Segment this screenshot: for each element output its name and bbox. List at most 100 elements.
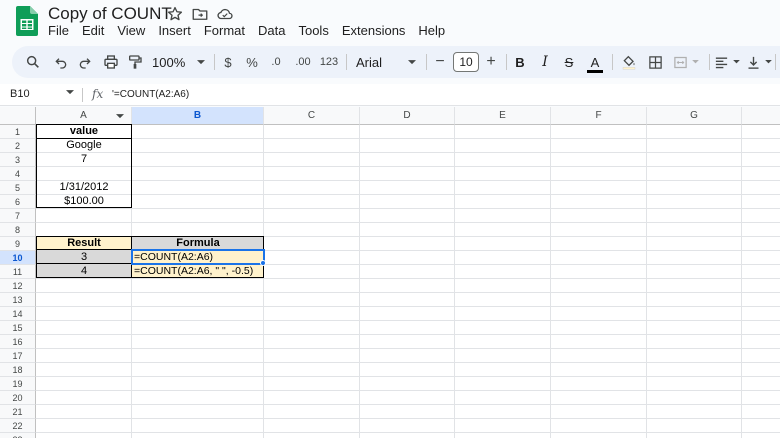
increase-decimal-button[interactable]: .00 — [291, 46, 315, 78]
formula-input[interactable]: '=COUNT(A2:A6) — [112, 89, 189, 100]
cell-a5[interactable]: 1/31/2012 — [36, 181, 132, 194]
row-header[interactable]: 13 — [0, 293, 36, 307]
vertical-align-button[interactable] — [744, 46, 774, 78]
row-header[interactable]: 1 — [0, 125, 36, 139]
cell-a2[interactable]: Google — [36, 139, 132, 152]
cell-b11[interactable]: =COUNT(A2:A6, " ", -0.5) — [134, 265, 262, 278]
horizontal-align-button[interactable] — [712, 46, 742, 78]
menu-format[interactable]: Format — [204, 23, 245, 38]
chevron-down-icon — [692, 60, 699, 64]
row-header[interactable]: 7 — [0, 209, 36, 223]
print-button[interactable] — [100, 46, 122, 78]
font-select-caret[interactable] — [406, 46, 418, 78]
paint-format-icon — [129, 55, 142, 69]
cell-b10[interactable]: =COUNT(A2:A6) — [134, 251, 262, 264]
column-header-c[interactable]: C — [264, 107, 360, 125]
row-header[interactable]: 14 — [0, 307, 36, 321]
row-header[interactable]: 16 — [0, 335, 36, 349]
name-box[interactable]: B10 — [10, 88, 30, 100]
cell-b9[interactable]: Formula — [132, 237, 264, 250]
more-formats-button[interactable]: 123 — [317, 46, 341, 78]
row-header[interactable]: 17 — [0, 349, 36, 363]
decrease-font-size-button[interactable]: − — [431, 46, 449, 78]
currency-format-button[interactable]: $ — [218, 46, 238, 78]
row-header[interactable]: 5 — [0, 181, 36, 195]
increase-font-size-button[interactable]: + — [482, 46, 500, 78]
sheets-logo-icon[interactable] — [16, 6, 38, 36]
text-color-letter: A — [590, 54, 600, 70]
row-header[interactable]: 19 — [0, 377, 36, 391]
document-title[interactable]: Copy of COUNT — [48, 4, 172, 24]
zoom-select[interactable]: 100% — [152, 46, 212, 78]
text-color-button[interactable]: A — [584, 46, 606, 78]
column-header-f[interactable]: F — [551, 107, 647, 125]
row-header[interactable]: 8 — [0, 223, 36, 237]
bold-button[interactable]: B — [510, 46, 530, 78]
toolbar-divider — [709, 54, 710, 70]
redo-button[interactable] — [74, 46, 96, 78]
redo-icon — [79, 58, 91, 69]
percent-format-button[interactable]: % — [242, 46, 262, 78]
row-header[interactable]: 9 — [0, 237, 36, 251]
select-all-corner[interactable] — [0, 107, 36, 125]
cell-a1[interactable]: value — [36, 125, 132, 138]
row-header[interactable]: 4 — [0, 167, 36, 181]
row-header[interactable]: 6 — [0, 195, 36, 209]
column-header-d[interactable]: D — [360, 107, 455, 125]
merge-cells-button[interactable] — [669, 46, 703, 78]
row-header[interactable]: 20 — [0, 391, 36, 405]
menu-insert[interactable]: Insert — [158, 23, 191, 38]
fill-color-button[interactable] — [618, 46, 640, 78]
row-header[interactable]: 22 — [0, 419, 36, 433]
cell-a9[interactable]: Result — [36, 237, 132, 250]
increase-decimal-label: .00 — [295, 55, 311, 68]
menu-bar: File Edit View Insert Format Data Tools … — [48, 23, 458, 38]
font-name: Arial — [356, 54, 383, 70]
formula-bar: B10 fx '=COUNT(A2:A6) — [0, 84, 780, 106]
menu-edit[interactable]: Edit — [82, 23, 104, 38]
column-header-g[interactable]: G — [647, 107, 742, 125]
row-header[interactable]: 12 — [0, 279, 36, 293]
cell-a11[interactable]: 4 — [36, 265, 132, 278]
cell-a10[interactable]: 3 — [36, 251, 132, 264]
column-header-e[interactable]: E — [455, 107, 551, 125]
borders-button[interactable] — [644, 46, 666, 78]
menu-data[interactable]: Data — [258, 23, 285, 38]
row-header[interactable]: 3 — [0, 153, 36, 167]
cloud-saved-icon[interactable] — [216, 5, 234, 23]
spreadsheet-grid[interactable]: A B C D E F G 1 2 3 4 5 6 7 8 9 10 11 12… — [0, 107, 780, 438]
italic-button[interactable]: I — [535, 46, 555, 78]
star-icon[interactable] — [166, 5, 184, 23]
undo-button[interactable] — [50, 46, 72, 78]
decrease-decimal-button[interactable]: .0 — [265, 46, 287, 78]
row-header[interactable]: 23 — [0, 433, 36, 438]
toolbar-divider — [214, 54, 215, 70]
cell-a3[interactable]: 7 — [36, 153, 132, 166]
merge-cells-icon — [674, 56, 687, 68]
row-header[interactable]: 10 — [0, 251, 36, 265]
cell-a6[interactable]: $100.00 — [36, 195, 132, 208]
menu-view[interactable]: View — [117, 23, 145, 38]
paint-format-button[interactable] — [124, 46, 146, 78]
filter-dropdown-icon[interactable] — [116, 114, 124, 119]
column-header-b[interactable]: B — [132, 107, 264, 125]
row-header[interactable]: 11 — [0, 265, 36, 279]
chevron-down-icon[interactable] — [66, 90, 74, 95]
fill-handle[interactable] — [260, 260, 266, 266]
borders-icon — [648, 55, 662, 69]
menu-extensions[interactable]: Extensions — [342, 23, 406, 38]
strikethrough-button[interactable]: S — [559, 46, 579, 78]
toolbar: 100% $ % .0 .00 123 Arial − 10 + B I S A — [12, 46, 780, 78]
move-folder-icon[interactable] — [191, 5, 209, 23]
row-header[interactable]: 21 — [0, 405, 36, 419]
column-header-h[interactable] — [742, 107, 780, 125]
menu-file[interactable]: File — [48, 23, 69, 38]
row-header[interactable]: 15 — [0, 321, 36, 335]
font-size-input[interactable]: 10 — [453, 52, 479, 72]
row-header[interactable]: 2 — [0, 139, 36, 153]
menu-tools[interactable]: Tools — [298, 23, 328, 38]
row-header[interactable]: 18 — [0, 363, 36, 377]
search-menus-button[interactable] — [22, 46, 44, 78]
menu-help[interactable]: Help — [418, 23, 445, 38]
toolbar-divider — [612, 54, 613, 70]
